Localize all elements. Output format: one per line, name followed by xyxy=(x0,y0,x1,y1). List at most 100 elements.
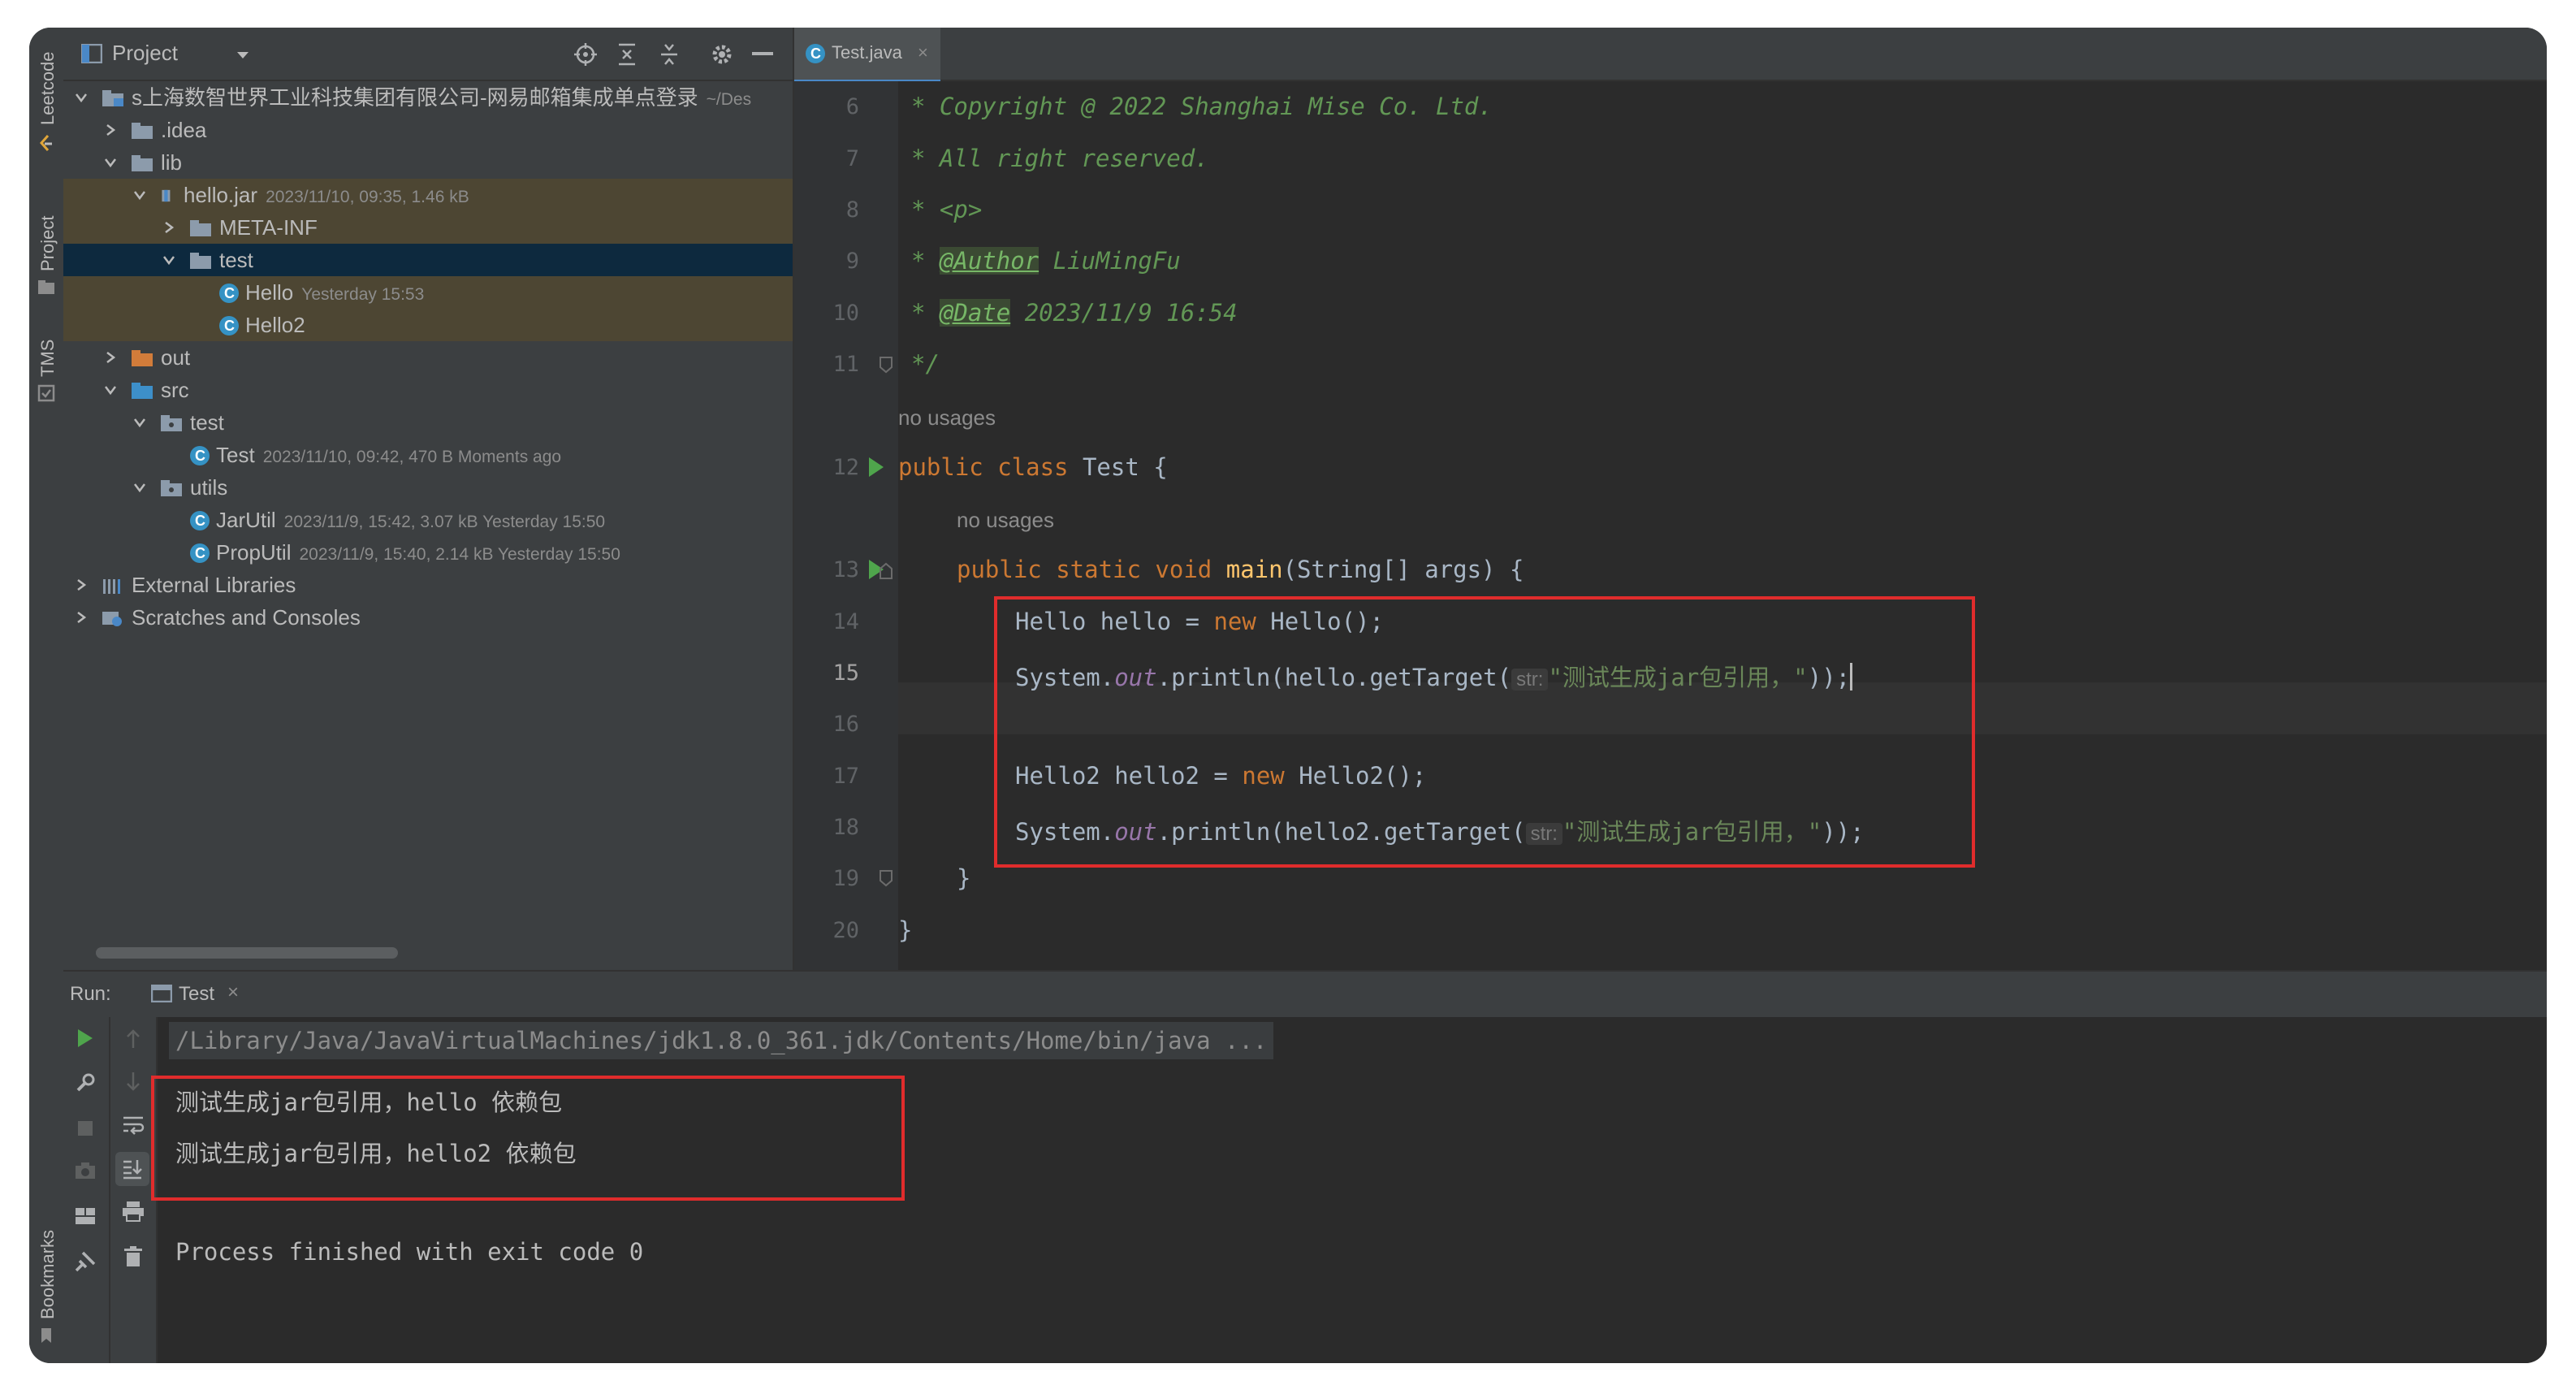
fold-icon[interactable] xyxy=(879,869,893,887)
line-number: 17 xyxy=(832,764,859,789)
leetcode-label: Leetcode xyxy=(37,51,58,125)
chevron-right-icon[interactable] xyxy=(102,114,119,146)
code-line-7: * All right reserved. xyxy=(911,145,1209,172)
tree-item-proputil[interactable]: PropUtil 2023/11/9, 15:40, 2.14 kB Yester… xyxy=(63,536,793,569)
tree-item-meta: 2023/11/9, 15:42, 3.07 kB Yesterday 15:5… xyxy=(283,513,606,531)
chevron-right-icon[interactable] xyxy=(102,341,119,374)
console-command-line[interactable]: /Library/Java/JavaVirtualMachines/jdk1.8… xyxy=(169,1022,1274,1059)
minimize-icon[interactable] xyxy=(752,52,773,57)
layout-icon[interactable] xyxy=(75,1207,96,1225)
code-line-10: * @Date 2023/11/9 16:54 xyxy=(911,299,1238,327)
scroll-to-end-icon xyxy=(123,1160,142,1180)
chevron-down-icon[interactable] xyxy=(132,406,148,439)
tree-item-hello2-class[interactable]: Hello2 xyxy=(63,309,793,341)
tree-item-meta: 2023/11/10, 09:35, 1.46 kB xyxy=(266,188,469,206)
project-view-icon xyxy=(81,44,102,63)
keyword: public static void xyxy=(957,556,1212,583)
chevron-down-icon[interactable] xyxy=(102,374,119,406)
tree-item-src-test[interactable]: test xyxy=(63,406,793,439)
rerun-icon[interactable] xyxy=(76,1028,94,1048)
tree-item-lib[interactable]: lib xyxy=(63,146,793,179)
camera-icon[interactable] xyxy=(75,1162,96,1180)
pin-icon[interactable] xyxy=(75,1251,96,1272)
chevron-right-icon[interactable] xyxy=(161,211,177,244)
tree-item-scratches[interactable]: Scratches and Consoles xyxy=(63,601,793,634)
tree-item-utils[interactable]: utils xyxy=(63,471,793,504)
tree-item-label: s上海数智世界工业科技集团有限公司-网易邮箱集成单点登录 xyxy=(132,85,698,110)
console-highlight-box xyxy=(151,1076,905,1201)
code-line-13: public static void main(String[] args) { xyxy=(957,556,1524,583)
usage-hint-text: no usages xyxy=(898,405,996,430)
chevron-down-icon[interactable] xyxy=(161,244,177,276)
tree-item-test-class[interactable]: Test 2023/11/10, 09:42, 470 B Moments ago xyxy=(63,439,793,471)
chevron-right-icon[interactable] xyxy=(73,601,89,634)
keyword: public class xyxy=(898,453,1069,481)
horizontal-scrollbar[interactable] xyxy=(96,947,398,959)
tree-item-label: hello.jar xyxy=(184,183,258,207)
chevron-down-icon[interactable] xyxy=(132,179,148,211)
arrow-down-icon[interactable] xyxy=(125,1071,141,1092)
comment-text: 2023/11/9 16:54 xyxy=(1010,299,1238,327)
java-class-icon xyxy=(190,511,210,530)
tab-test-java[interactable]: Test.java × xyxy=(794,28,940,83)
tree-item-meta: 2023/11/9, 15:40, 2.14 kB Yesterday 15:5… xyxy=(299,545,620,564)
tree-item-hello-class[interactable]: Hello Yesterday 15:53 xyxy=(63,276,793,309)
close-icon[interactable]: × xyxy=(918,28,928,78)
tree-item-label: Hello2 xyxy=(245,313,305,337)
tree-item-out[interactable]: out xyxy=(63,341,793,374)
tree-item-label: External Libraries xyxy=(132,573,296,597)
code-editor[interactable]: 6 7 8 9 10 11 12 13 14 15 16 17 18 19 20… xyxy=(794,81,2547,970)
soft-wrap-icon[interactable] xyxy=(122,1115,145,1136)
project-panel-title[interactable]: Project xyxy=(112,41,178,66)
jar-icon xyxy=(162,189,171,202)
line-number: 8 xyxy=(845,197,859,223)
tree-item-meta: 2023/11/10, 09:42, 470 B Moments ago xyxy=(262,448,562,466)
print-icon[interactable] xyxy=(122,1201,145,1222)
run-icon[interactable] xyxy=(867,457,885,478)
code-line-19: } xyxy=(957,864,970,892)
stop-icon[interactable] xyxy=(76,1119,94,1137)
tree-item-hello-jar[interactable]: hello.jar 2023/11/10, 09:35, 1.46 kB xyxy=(63,179,793,211)
javadoc-tag: @Author xyxy=(939,247,1039,275)
tree-item-label: Hello xyxy=(245,280,294,305)
expand-all-icon[interactable] xyxy=(616,42,638,67)
collapse-all-icon[interactable] xyxy=(658,42,681,67)
code-text: } xyxy=(957,864,971,892)
close-icon[interactable]: × xyxy=(227,981,239,1004)
run-console[interactable]: /Library/Java/JavaVirtualMachines/jdk1.8… xyxy=(151,1017,2547,1363)
tree-item-meta-inf[interactable]: META-INF xyxy=(63,211,793,244)
tree-item-idea[interactable]: .idea xyxy=(63,114,793,146)
chevron-down-icon[interactable] xyxy=(73,81,89,114)
usage-hint[interactable]: no usages xyxy=(898,403,996,431)
comment-text: * <p> xyxy=(911,196,983,223)
locate-icon[interactable] xyxy=(573,42,598,67)
chevron-down-icon[interactable] xyxy=(102,146,119,179)
line-number: 19 xyxy=(832,866,859,891)
code-text: Test { xyxy=(1068,453,1168,481)
usage-hint[interactable]: no usages xyxy=(957,505,1054,533)
chevron-down-icon[interactable] xyxy=(236,50,250,60)
gear-icon[interactable] xyxy=(710,42,734,67)
package-icon xyxy=(190,253,211,269)
tab-label: Test.java xyxy=(832,42,902,63)
run-tab-test[interactable]: Test × xyxy=(143,972,249,1017)
code-highlight-box xyxy=(994,596,1975,868)
tree-item-test-package[interactable]: test xyxy=(63,244,793,276)
tree-item-external-libraries[interactable]: External Libraries xyxy=(63,569,793,601)
tree-item-src[interactable]: src xyxy=(63,374,793,406)
trash-icon[interactable] xyxy=(123,1246,143,1267)
tree-item-root[interactable]: s上海数智世界工业科技集团有限公司-网易邮箱集成单点登录 ~/Des xyxy=(63,81,793,114)
scratches-icon xyxy=(102,612,122,626)
fold-icon[interactable] xyxy=(879,562,893,580)
console-icon xyxy=(151,985,172,1002)
arrow-up-icon[interactable] xyxy=(125,1028,141,1050)
chevron-right-icon[interactable] xyxy=(73,569,89,601)
fold-icon[interactable] xyxy=(879,356,893,374)
bookmarks-label: Bookmarks xyxy=(37,1229,58,1319)
code-area[interactable]: * Copyright @ 2022 Shanghai Mise Co. Ltd… xyxy=(898,81,2547,970)
chevron-down-icon[interactable] xyxy=(132,471,148,504)
java-class-icon xyxy=(190,543,210,563)
tree-item-jarutil[interactable]: JarUtil 2023/11/9, 15:42, 3.07 kB Yesterd… xyxy=(63,504,793,536)
scroll-to-end-toggle[interactable] xyxy=(115,1152,149,1186)
wrench-icon[interactable] xyxy=(75,1072,96,1093)
